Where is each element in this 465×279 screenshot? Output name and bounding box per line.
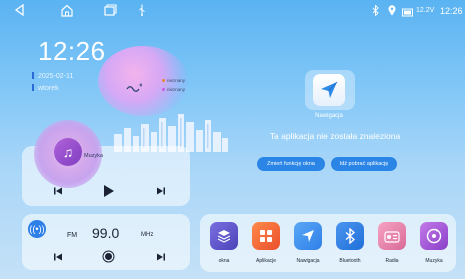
date-accent-bar (32, 72, 34, 79)
app-not-found-message: Ta aplikacja nie została znaleziona (269, 131, 401, 141)
recents-icon[interactable] (104, 4, 117, 19)
status-bar: 12.2V 12:26 (0, 0, 465, 22)
bluetooth-icon (372, 4, 379, 19)
clock-date-row: 2025-02-11 (32, 72, 73, 80)
battery-icon (402, 6, 414, 20)
layers-icon[interactable] (210, 222, 238, 250)
change-window-function-button[interactable]: Zmień funkcję okna (257, 157, 325, 171)
back-icon[interactable] (14, 3, 26, 19)
radio-frequency: 99.0 (92, 225, 120, 241)
clock-weekday: wtorek (38, 85, 59, 92)
weather-legend-2: nieznany (162, 87, 185, 92)
play-icon[interactable] (104, 185, 114, 200)
weekday-accent-bar (32, 84, 34, 91)
next-icon[interactable] (157, 187, 165, 198)
location-icon (388, 5, 396, 19)
navigation-app-icon[interactable] (294, 222, 322, 250)
music-disc-icon[interactable] (420, 222, 448, 250)
radio-next-icon[interactable] (157, 253, 165, 264)
app-label-muzyka: Muzyka (425, 258, 443, 264)
bluetooth-app-icon[interactable] (336, 222, 364, 250)
weather-wind-icon (126, 82, 143, 96)
home-icon[interactable] (60, 4, 74, 20)
status-time: 12:26 (440, 6, 463, 16)
download-app-button[interactable]: Idź pobrać aplikację (331, 157, 397, 171)
app-label-nawigacja: Nawigacja (296, 258, 320, 264)
navigation-title: Nawigacja (315, 113, 343, 119)
legend-dot-icon (162, 79, 165, 82)
previous-icon[interactable] (54, 187, 62, 198)
app-label-okna: okna (218, 258, 230, 264)
weather-legend-1: nieznany (162, 78, 185, 83)
app-label-bluetooth: Bluetooth (339, 258, 361, 264)
voltage-readout: 12.2V (416, 7, 435, 14)
apps-grid-icon[interactable] (252, 222, 280, 250)
radio-previous-icon[interactable] (54, 253, 62, 264)
radio-unit: MHz (141, 232, 154, 238)
app-label-radia: Radia (385, 258, 399, 264)
app-label-aplikacje: Aplikacje (255, 258, 276, 264)
radio-record-icon[interactable] (102, 250, 115, 266)
radio-broadcast-icon: ((•)) (28, 220, 46, 238)
music-note-icon: ♫ (54, 138, 82, 166)
usb-icon (138, 4, 146, 21)
clock-date: 2025-02-11 (38, 73, 74, 80)
navigation-icon[interactable] (313, 74, 345, 106)
legend-dot-icon (162, 88, 165, 91)
radio-band: FM (67, 232, 78, 239)
clock-time: 12:26 (38, 36, 106, 66)
clock-weekday-row: wtorek (32, 84, 59, 92)
music-label: Muzyka (84, 153, 103, 159)
radio-app-icon[interactable] (378, 222, 406, 250)
